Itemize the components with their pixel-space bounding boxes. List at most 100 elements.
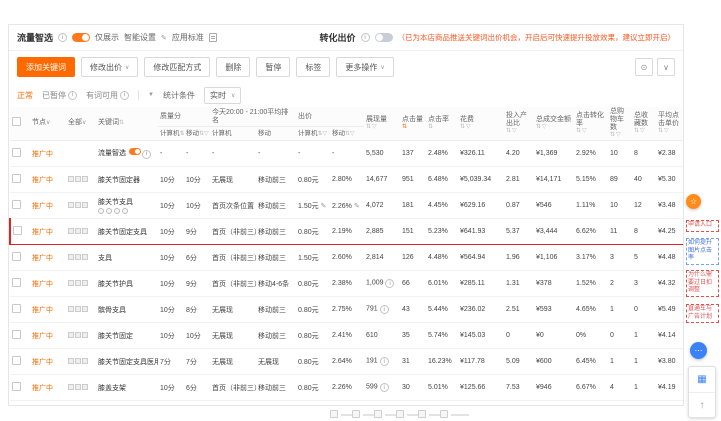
row-checkbox[interactable]	[10, 244, 30, 272]
apps-grid-icon[interactable]: ▦	[689, 367, 715, 392]
pause-button[interactable]: 暂停	[256, 57, 291, 77]
keyword-tool-icon[interactable]	[68, 227, 74, 234]
keyword-cell[interactable]: 膝关节支具	[96, 192, 158, 220]
keyword-tool-icon[interactable]	[68, 175, 74, 182]
header-metric[interactable]: 总收藏数 ⇅ ▽	[632, 107, 657, 142]
keyword-cell[interactable]: 支具	[96, 244, 158, 272]
header-metric[interactable]: 总成交金额 ⇅ ▽	[534, 107, 575, 142]
header-metric[interactable]: 点击转化率 ⇅ ▽	[574, 107, 609, 142]
filter-icon[interactable]: ▽	[350, 131, 355, 137]
filter-icon[interactable]: ▽	[582, 128, 587, 135]
keyword-tool-icon[interactable]	[75, 201, 81, 208]
add-keyword-button[interactable]: 添加关键词	[17, 57, 75, 77]
keyword-tools-cell[interactable]	[66, 218, 96, 246]
more-actions-button[interactable]: 更多操作 ∨	[336, 57, 394, 77]
sort-icon[interactable]: ⇅	[119, 120, 124, 126]
filter-icon[interactable]: ▽	[372, 124, 377, 131]
row-checkbox[interactable]	[10, 296, 30, 324]
keyword-tool-icon[interactable]	[82, 227, 88, 234]
filter-icon[interactable]: ▽	[640, 128, 645, 135]
edit-icon[interactable]: ✎	[321, 203, 327, 210]
keyword-cell[interactable]: 膝关节固定器	[96, 166, 158, 194]
select-all-checkbox[interactable]	[10, 107, 30, 142]
sort-icon[interactable]: ⇅	[366, 124, 371, 131]
apply-standard-link[interactable]: 应用标准	[172, 32, 204, 43]
keyword-tool-icon[interactable]	[82, 253, 88, 260]
filter-icon[interactable]: ▽	[512, 128, 517, 135]
keyword-tool-icon[interactable]	[82, 383, 88, 390]
header-metric[interactable]: 花费 ⇅ ▽	[458, 107, 505, 142]
side-note-link[interactable]: 如何提升图片点击率	[686, 238, 719, 265]
keyword-tool-icon[interactable]	[75, 305, 81, 312]
hover-action-icon[interactable]	[114, 208, 120, 215]
keyword-tool-icon[interactable]	[75, 383, 81, 390]
conversion-bid-toggle[interactable]	[374, 33, 393, 42]
keyword-tools-cell[interactable]	[66, 270, 96, 298]
header-node[interactable]: 节点∨	[30, 107, 66, 142]
modify-match-button[interactable]: 修改匹配方式	[144, 57, 211, 77]
header-metric[interactable]: 投入产出比 ⇅ ▽	[504, 107, 535, 142]
column-settings-button[interactable]: ⊙	[635, 58, 653, 76]
keyword-tool-icon[interactable]	[82, 305, 88, 312]
keyword-tool-icon[interactable]	[82, 331, 88, 338]
header-metric[interactable]: 点击量 ⇅	[400, 107, 427, 142]
row-checkbox[interactable]	[10, 322, 30, 350]
keyword-tools-cell[interactable]	[66, 140, 96, 168]
keyword-tool-icon[interactable]	[68, 253, 74, 260]
keyword-tool-icon[interactable]	[68, 279, 74, 286]
keyword-tools-cell[interactable]	[66, 374, 96, 402]
keyword-tool-icon[interactable]	[82, 201, 88, 208]
header-sub[interactable]: 移动	[256, 126, 297, 142]
row-checkbox[interactable]	[10, 348, 30, 376]
keyword-tool-icon[interactable]	[75, 253, 81, 260]
filter-icon[interactable]: ▽	[664, 128, 669, 135]
keyword-tools-cell[interactable]	[66, 244, 96, 272]
promo-float-button[interactable]: ☆	[686, 194, 701, 209]
header-metric[interactable]: 总购物车数 ⇅ ▽	[608, 107, 633, 142]
keyword-cell[interactable]: 髌骨支具	[96, 296, 158, 324]
header-all[interactable]: 全部∨	[66, 107, 96, 142]
row-checkbox[interactable]	[10, 166, 30, 194]
edit-icon[interactable]: ✎	[161, 34, 167, 42]
info-icon[interactable]: i	[58, 33, 68, 42]
chat-float-button[interactable]: ⋯	[690, 342, 707, 359]
sort-icon[interactable]: ⇅	[610, 132, 615, 139]
keyword-cell[interactable]: 膝关节护具	[96, 270, 158, 298]
filter-icon[interactable]: ▽	[204, 131, 209, 137]
keyword-tools-cell[interactable]	[66, 322, 96, 350]
keyword-tool-icon[interactable]	[68, 331, 74, 338]
info-icon[interactable]: i	[360, 33, 370, 42]
row-checkbox[interactable]	[10, 270, 30, 298]
row-checkbox[interactable]	[10, 192, 30, 220]
sort-icon[interactable]: ⇅	[576, 128, 581, 135]
header-metric[interactable]: 点击率 ⇅	[426, 107, 459, 142]
keyword-tool-icon[interactable]	[68, 201, 74, 208]
time-range-select[interactable]: 实时 ∨	[203, 86, 242, 104]
keyword-hover-actions[interactable]	[98, 208, 156, 215]
filter-icon[interactable]: ▽	[542, 124, 547, 131]
tab-normal[interactable]: 正常	[17, 90, 33, 101]
keyword-tools-cell[interactable]	[66, 296, 96, 324]
modify-bid-button[interactable]: 修改出价 ∨	[81, 57, 139, 77]
row-checkbox[interactable]	[9, 218, 30, 246]
keyword-tool-icon[interactable]	[75, 279, 81, 286]
keyword-tool-icon[interactable]	[82, 279, 88, 286]
header-sub[interactable]: 计算机	[210, 126, 256, 142]
keyword-cell[interactable]: 流量智选 i	[96, 140, 158, 168]
sort-icon[interactable]: ⇅	[402, 124, 407, 131]
keyword-tools-cell[interactable]	[66, 192, 96, 220]
keyword-tool-icon[interactable]	[75, 357, 81, 364]
edit-icon[interactable]: ✎	[354, 203, 360, 210]
keyword-tool-icon[interactable]	[68, 357, 74, 364]
filter-icon[interactable]: ▽	[616, 132, 621, 139]
delete-button[interactable]: 删除	[216, 57, 251, 77]
smart-setting-link[interactable]: 智能设置	[124, 32, 156, 43]
only-show-link[interactable]: 仅展示	[95, 32, 119, 43]
keyword-tool-icon[interactable]	[75, 227, 81, 234]
keyword-tools-cell[interactable]	[66, 348, 96, 376]
sort-icon[interactable]: ⇅	[506, 128, 511, 135]
row-checkbox[interactable]	[10, 374, 30, 402]
sort-icon[interactable]: ⇅	[658, 128, 663, 135]
sort-icon[interactable]: ⇅	[460, 124, 465, 131]
hover-action-icon[interactable]	[98, 208, 104, 215]
